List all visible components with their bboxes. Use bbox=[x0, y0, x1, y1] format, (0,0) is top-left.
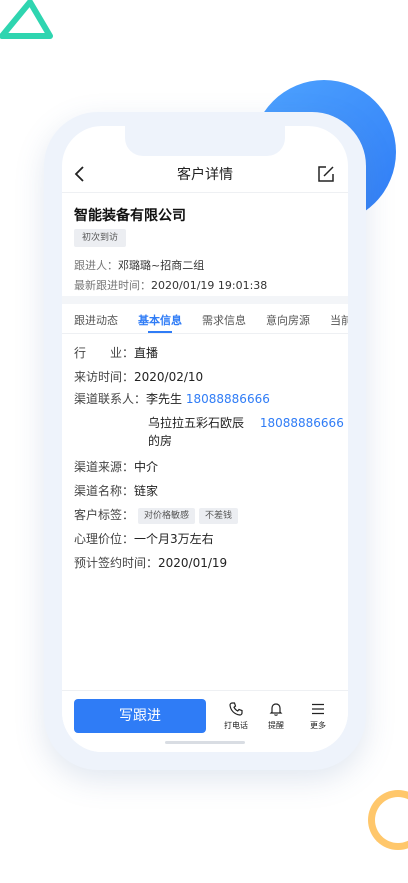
visit-time-label: 来访时间： bbox=[74, 370, 135, 384]
psych-price-row: 心理价位：一个月3万左右 bbox=[74, 530, 214, 547]
orange-ring-decoration bbox=[368, 790, 408, 850]
tab-intended-listings[interactable]: 意向房源 bbox=[266, 312, 310, 328]
customer-tags-row: 客户标签： 对价格敏感 不差钱 bbox=[74, 506, 239, 524]
channel-source-label: 渠道来源： bbox=[74, 460, 135, 474]
tab-bar: 跟进动态 基本信息 需求信息 意向房源 当前 bbox=[62, 304, 348, 334]
customer-tags-label: 客户标签： bbox=[74, 508, 135, 522]
channel-name-row: 渠道名称：链家 bbox=[74, 482, 158, 499]
psych-price-label: 心理价位： bbox=[74, 532, 135, 546]
phone-screen: 客户详情 智能装备有限公司 初次到访 跟进人：邓璐璐~招商二组 最新跟进时间：2… bbox=[62, 126, 348, 752]
tab-follow-updates[interactable]: 跟进动态 bbox=[74, 312, 118, 328]
psych-price-value: 一个月3万左右 bbox=[134, 532, 214, 546]
industry-label: 行 业： bbox=[74, 346, 135, 360]
write-follow-up-button[interactable]: 写跟进 bbox=[74, 699, 206, 733]
latest-follow-line: 最新跟进时间：2020/01/19 19:01:38 bbox=[74, 277, 267, 293]
channel-name-value: 链家 bbox=[134, 484, 159, 498]
contact-name-continued: 的房 bbox=[148, 434, 173, 448]
bottom-action-bar: 写跟进 打电话 提醒 更多 bbox=[62, 690, 348, 752]
edit-icon[interactable] bbox=[316, 164, 336, 184]
channel-contact-row-2: 乌拉拉五彩石欧辰 18088886666 bbox=[148, 414, 344, 431]
channel-contact-name-continued: 的房 bbox=[148, 432, 172, 449]
tab-current[interactable]: 当前 bbox=[330, 312, 348, 328]
expected-sign-row: 预计签约时间：2020/01/19 bbox=[74, 554, 227, 571]
contact-phone-link[interactable]: 18088886666 bbox=[186, 392, 270, 406]
call-label: 打电话 bbox=[224, 721, 248, 730]
triangle-decoration-icon bbox=[0, 0, 53, 39]
more-button[interactable]: 更多 bbox=[300, 701, 336, 731]
nav-bar: 客户详情 bbox=[62, 156, 348, 192]
contact-name: 李先生 bbox=[146, 392, 183, 406]
channel-source-row: 渠道来源：中介 bbox=[74, 458, 158, 475]
home-indicator bbox=[165, 741, 245, 744]
customer-tag-chip: 对价格敏感 bbox=[138, 508, 196, 524]
call-button[interactable]: 打电话 bbox=[218, 701, 254, 731]
bell-icon bbox=[269, 703, 283, 716]
active-tab-indicator bbox=[148, 331, 172, 333]
customer-tag-chip: 不差钱 bbox=[199, 508, 239, 524]
contact-name: 乌拉拉五彩石欧辰 bbox=[148, 416, 245, 430]
menu-icon bbox=[312, 703, 324, 715]
customer-header: 智能装备有限公司 初次到访 跟进人：邓璐璐~招商二组 最新跟进时间：2020/0… bbox=[62, 192, 348, 296]
tab-basic-info[interactable]: 基本信息 bbox=[138, 312, 182, 328]
industry-value: 直播 bbox=[134, 346, 159, 360]
phone-icon bbox=[229, 702, 243, 716]
company-name: 智能装备有限公司 bbox=[74, 208, 186, 224]
more-label: 更多 bbox=[310, 721, 326, 730]
remind-label: 提醒 bbox=[268, 721, 284, 730]
follower-line: 跟进人：邓璐璐~招商二组 bbox=[74, 257, 204, 273]
follower-label: 跟进人： bbox=[74, 259, 118, 272]
remind-button[interactable]: 提醒 bbox=[258, 701, 294, 731]
channel-contact-row: 渠道联系人：李先生 18088886666 bbox=[74, 390, 270, 407]
contact-phone-link[interactable]: 18088886666 bbox=[260, 416, 344, 430]
section-divider bbox=[62, 296, 348, 304]
visit-time-value: 2020/02/10 bbox=[134, 370, 204, 384]
latest-follow-label: 最新跟进时间： bbox=[74, 279, 151, 292]
channel-source-value: 中介 bbox=[134, 460, 159, 474]
page-title: 客户详情 bbox=[177, 167, 233, 183]
latest-follow-value: 2020/01/19 19:01:38 bbox=[151, 279, 268, 292]
industry-row: 行 业：直播 bbox=[74, 344, 158, 361]
expected-sign-label: 预计签约时间： bbox=[74, 556, 159, 570]
channel-name-label: 渠道名称： bbox=[74, 484, 135, 498]
expected-sign-value: 2020/01/19 bbox=[158, 556, 228, 570]
visit-time-row: 来访时间：2020/02/10 bbox=[74, 368, 203, 385]
phone-notch bbox=[125, 126, 285, 156]
tab-demand-info[interactable]: 需求信息 bbox=[202, 312, 246, 328]
follower-value: 邓璐璐~招商二组 bbox=[118, 259, 205, 272]
channel-contact-label: 渠道联系人： bbox=[74, 392, 147, 406]
visit-status-badge: 初次到访 bbox=[74, 229, 127, 247]
